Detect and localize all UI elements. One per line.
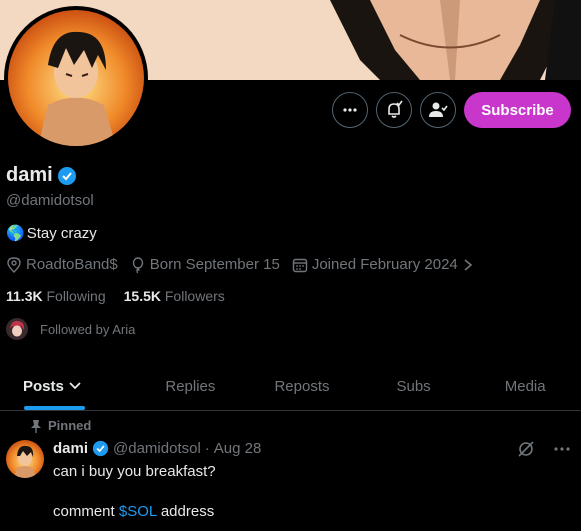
follower-avatar bbox=[6, 318, 28, 340]
profile-display-name: dami bbox=[6, 164, 77, 187]
post-line-1: can i buy you breakfast? bbox=[53, 463, 216, 480]
profile-meta: RoadtoBand$ Born September 15 Joined Feb… bbox=[6, 256, 486, 273]
followers-link[interactable]: 15.5K Followers bbox=[124, 288, 225, 304]
balloon-icon bbox=[132, 256, 143, 273]
calendar-icon bbox=[292, 258, 308, 272]
tab-replies[interactable]: Replies bbox=[135, 362, 247, 410]
more-options-button[interactable] bbox=[332, 92, 368, 128]
user-check-icon bbox=[429, 102, 448, 117]
followed-by-link[interactable]: Followed by Aria bbox=[6, 318, 135, 340]
notifications-button[interactable] bbox=[376, 92, 412, 128]
globe-emoji-icon: 🌎 bbox=[6, 225, 25, 242]
verified-badge-icon bbox=[92, 440, 109, 457]
pin-icon bbox=[31, 419, 41, 433]
joined-item[interactable]: Joined February 2024 bbox=[292, 256, 474, 273]
joined-text: Joined February 2024 bbox=[311, 256, 458, 273]
post-header: dami @damidotsol · Aug 28 bbox=[53, 440, 261, 457]
following-link[interactable]: 11.3K Following bbox=[6, 288, 106, 304]
following-button[interactable] bbox=[420, 92, 456, 128]
post-line-2: comment $SOL address bbox=[53, 502, 216, 522]
post-line-2-suffix: address bbox=[160, 503, 215, 520]
grok-icon[interactable] bbox=[517, 440, 535, 458]
followers-label: Followers bbox=[164, 288, 225, 304]
avatar-image bbox=[8, 10, 144, 146]
location-item: RoadtoBand$ bbox=[6, 256, 118, 273]
subscribe-button[interactable]: Subscribe bbox=[464, 92, 571, 128]
profile-avatar[interactable] bbox=[4, 6, 148, 150]
tab-posts-label: Posts bbox=[23, 377, 64, 395]
more-dots-icon bbox=[343, 108, 357, 112]
birthday-text: Born September 15 bbox=[149, 256, 280, 273]
post-date[interactable]: Aug 28 bbox=[214, 440, 262, 457]
bell-check-icon bbox=[388, 100, 403, 118]
display-name-text: dami bbox=[6, 164, 53, 186]
cashtag-link[interactable]: $SOL bbox=[119, 503, 157, 520]
followers-count: 15.5K bbox=[123, 288, 161, 304]
post-line-2-prefix: comment bbox=[53, 503, 115, 520]
bio-text: Stay crazy bbox=[26, 224, 97, 242]
location-text: RoadtoBand$ bbox=[26, 256, 118, 273]
post-more-icon[interactable] bbox=[553, 440, 571, 458]
followed-by-text: Followed by Aria bbox=[40, 321, 136, 337]
post-avatar-image bbox=[6, 440, 44, 478]
verified-badge-icon[interactable] bbox=[57, 166, 77, 186]
chevron-down-icon bbox=[69, 382, 81, 390]
pinned-label: Pinned bbox=[48, 418, 92, 433]
post-text: can i buy you breakfast? comment $SOL ad… bbox=[53, 462, 216, 522]
profile-tabs: Posts Replies Reposts Subs Media bbox=[0, 362, 581, 411]
post-avatar[interactable] bbox=[6, 440, 44, 478]
profile-bio: 🌎 Stay crazy bbox=[6, 224, 97, 243]
tab-media[interactable]: Media bbox=[469, 362, 581, 410]
tab-reposts[interactable]: Reposts bbox=[246, 362, 358, 410]
location-pin-icon bbox=[7, 256, 21, 273]
post-header-actions bbox=[517, 440, 571, 458]
pinned-indicator: Pinned bbox=[30, 418, 91, 433]
post-author-name[interactable]: dami bbox=[53, 440, 88, 457]
following-label: Following bbox=[46, 288, 106, 304]
post-separator: · bbox=[204, 440, 210, 457]
post-author-handle[interactable]: @damidotsol bbox=[113, 440, 201, 457]
chevron-right-icon bbox=[464, 258, 473, 271]
tab-posts[interactable]: Posts bbox=[0, 362, 135, 410]
follow-stats: 11.3K Following 15.5K Followers bbox=[6, 288, 225, 304]
profile-handle: @damidotsol bbox=[6, 192, 94, 209]
active-tab-indicator bbox=[24, 406, 85, 410]
birthday-item: Born September 15 bbox=[130, 256, 280, 273]
tab-subs[interactable]: Subs bbox=[358, 362, 470, 410]
following-count: 11.3K bbox=[6, 288, 43, 304]
